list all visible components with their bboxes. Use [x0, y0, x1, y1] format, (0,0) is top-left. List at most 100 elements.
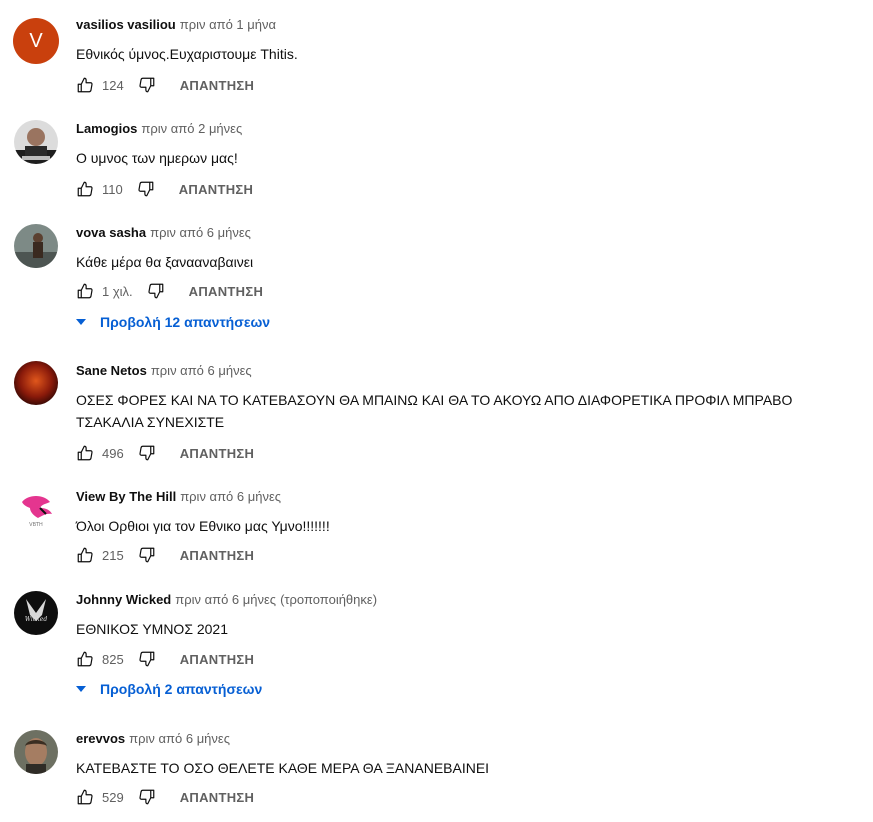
avatar-letter: V: [29, 29, 43, 52]
timestamp[interactable]: πριν από 6 μήνες: [150, 225, 251, 240]
comment-header: Lamogios πριν από 2 μήνες: [76, 121, 242, 137]
timestamp[interactable]: πριν από 6 μήνες: [151, 363, 252, 378]
thumbs-up-icon: [77, 651, 93, 667]
comment-header: Johnny Wicked πριν από 6 μήνες (τροποποιήθ…: [76, 592, 377, 608]
edited-label: (τροποποιήθηκε): [280, 592, 378, 607]
reply-button[interactable]: ΑΠΑΝΤΗΣΗ: [180, 548, 254, 563]
like-button[interactable]: [76, 180, 94, 198]
thumbs-up-icon: [77, 283, 93, 299]
dislike-button[interactable]: [124, 650, 156, 668]
author-name[interactable]: erevvos: [76, 731, 125, 746]
avatar[interactable]: [14, 730, 58, 774]
comment-text: Όλοι Ορθιοι για τον Εθνικο μας Υμνο!!!!!…: [76, 518, 330, 534]
comment-actions: 529 ΑΠΑΝΤΗΣΗ: [76, 788, 254, 806]
reply-button[interactable]: ΑΠΑΝΤΗΣΗ: [180, 652, 254, 667]
like-button[interactable]: [76, 650, 94, 668]
comment-actions: 1 χιλ. ΑΠΑΝΤΗΣΗ: [76, 282, 263, 300]
author-name[interactable]: vova sasha: [76, 225, 146, 240]
comment-text: ΚΑΤΕΒΑΣΤΕ ΤΟ ΟΣΟ ΘΕΛΕΤΕ ΚΑΘΕ ΜΕΡΑ ΘΑ ΞΑΝ…: [76, 760, 490, 776]
thumbs-up-icon: [77, 445, 93, 461]
thumbs-down-icon: [138, 181, 154, 197]
avatar-image: [14, 730, 58, 774]
comment-text: Κάθε μέρα θα ξανααναβαινει: [76, 254, 254, 270]
author-name[interactable]: Sane Netos: [76, 363, 147, 378]
thumbs-down-icon: [139, 445, 155, 461]
dislike-button[interactable]: [123, 180, 155, 198]
thumbs-up-icon: [77, 789, 93, 805]
caret-down-icon: [76, 319, 86, 325]
thumbs-down-icon: [139, 789, 155, 805]
like-count: 529: [102, 789, 124, 805]
like-count: 124: [102, 77, 124, 93]
avatar[interactable]: [14, 224, 58, 268]
avatar[interactable]: [14, 120, 58, 164]
timestamp[interactable]: πριν από 1 μήνα: [180, 17, 276, 32]
timestamp[interactable]: πριν από 6 μήνες: [175, 592, 276, 607]
svg-text:Wicked: Wicked: [25, 616, 48, 623]
timestamp[interactable]: πριν από 6 μήνες: [180, 489, 281, 504]
author-name[interactable]: vasilios vasiliou: [76, 17, 176, 32]
dislike-button[interactable]: [124, 444, 156, 462]
avatar[interactable]: [14, 361, 58, 405]
like-count: 215: [102, 547, 124, 563]
comment-text: ΕΘΝΙΚΟΣ ΥΜΝΟΣ 2021: [76, 621, 229, 637]
thumbs-down-icon: [148, 283, 164, 299]
comment-header: Sane Netos πριν από 6 μήνες: [76, 363, 252, 379]
comment-header: vova sasha πριν από 6 μήνες: [76, 225, 251, 241]
avatar-image: [14, 224, 58, 268]
like-count: 496: [102, 445, 124, 461]
comment-actions: 124 ΑΠΑΝΤΗΣΗ: [76, 76, 254, 94]
avatar-image: [14, 361, 58, 405]
comment-actions: 110 ΑΠΑΝΤΗΣΗ: [76, 180, 253, 198]
caret-down-icon: [76, 686, 86, 692]
reply-button[interactable]: ΑΠΑΝΤΗΣΗ: [189, 284, 263, 299]
svg-text:VBTH: VBTH: [29, 522, 43, 528]
thumbs-up-icon: [77, 77, 93, 93]
view-replies-label: Προβολή 2 απαντήσεων: [100, 681, 263, 697]
thumbs-down-icon: [139, 651, 155, 667]
comment-text: Ο υμνος των ημερων μας!: [76, 150, 238, 166]
like-count: 110: [102, 181, 123, 197]
avatar-image: VBTH: [14, 488, 58, 532]
reply-button[interactable]: ΑΠΑΝΤΗΣΗ: [180, 78, 254, 93]
reply-button[interactable]: ΑΠΑΝΤΗΣΗ: [180, 790, 254, 805]
like-button[interactable]: [76, 788, 94, 806]
like-button[interactable]: [76, 282, 94, 300]
avatar-image: Wicked: [14, 591, 58, 635]
reply-button[interactable]: ΑΠΑΝΤΗΣΗ: [179, 182, 253, 197]
like-count: 1 χιλ.: [102, 283, 133, 299]
comment-header: View By The Hill πριν από 6 μήνες: [76, 489, 281, 505]
avatar[interactable]: VBTH: [14, 488, 58, 532]
like-count: 825: [102, 651, 124, 667]
like-button[interactable]: [76, 76, 94, 94]
avatar[interactable]: Wicked: [14, 591, 58, 635]
dislike-button[interactable]: [124, 788, 156, 806]
comment-text: ΟΣΕΣ ΦΟΡΕΣ ΚΑΙ ΝΑ ΤΟ ΚΑΤΕΒΑΣΟΥΝ ΘΑ ΜΠΑΙΝ…: [76, 392, 793, 430]
view-replies-button[interactable]: Προβολή 12 απαντήσεων: [76, 314, 270, 330]
comment-header: erevvos πριν από 6 μήνες: [76, 731, 230, 747]
thumbs-down-icon: [139, 77, 155, 93]
comment-actions: 215 ΑΠΑΝΤΗΣΗ: [76, 546, 254, 564]
reply-button[interactable]: ΑΠΑΝΤΗΣΗ: [180, 446, 254, 461]
timestamp[interactable]: πριν από 2 μήνες: [141, 121, 242, 136]
thumbs-up-icon: [77, 547, 93, 563]
like-button[interactable]: [76, 444, 94, 462]
dislike-button[interactable]: [124, 76, 156, 94]
comment-header: vasilios vasiliou πριν από 1 μήνα: [76, 17, 276, 33]
timestamp[interactable]: πριν από 6 μήνες: [129, 731, 230, 746]
author-name[interactable]: Lamogios: [76, 121, 137, 136]
dislike-button[interactable]: [124, 546, 156, 564]
author-name[interactable]: View By The Hill: [76, 489, 176, 504]
like-button[interactable]: [76, 546, 94, 564]
thumbs-up-icon: [77, 181, 93, 197]
comment-actions: 825 ΑΠΑΝΤΗΣΗ: [76, 650, 254, 668]
author-name[interactable]: Johnny Wicked: [76, 592, 171, 607]
avatar-image: [14, 120, 58, 164]
comment-text: Εθνικός ύμνος.Ευχαριστουμε Thitis.: [76, 46, 298, 62]
avatar[interactable]: V: [13, 18, 59, 64]
dislike-button[interactable]: [133, 282, 165, 300]
thumbs-down-icon: [139, 547, 155, 563]
view-replies-button[interactable]: Προβολή 2 απαντήσεων: [76, 681, 262, 697]
view-replies-label: Προβολή 12 απαντήσεων: [100, 314, 271, 330]
comment-actions: 496 ΑΠΑΝΤΗΣΗ: [76, 444, 254, 462]
